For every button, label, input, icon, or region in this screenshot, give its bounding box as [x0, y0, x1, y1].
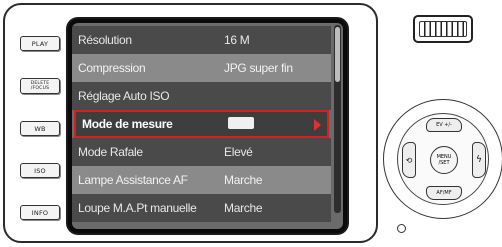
menu-row-value: JPG super fin — [224, 61, 293, 75]
right-arrow-icon — [314, 119, 321, 131]
menu-scrollbar[interactable] — [334, 25, 341, 213]
menu-row-label: Compression — [78, 61, 146, 75]
menu-row-label: Mode Rafale — [78, 145, 143, 159]
menu-row-label: Réglage Auto ISO — [78, 89, 170, 103]
play-button[interactable]: PLAY — [20, 36, 60, 51]
menu-screen: Résolution 16 M Compression JPG super fi… — [72, 23, 343, 229]
menu-row-burst-mode[interactable]: Mode Rafale Elevé — [72, 138, 331, 166]
menu-row-metering-mode[interactable]: Mode de mesure — [74, 110, 329, 138]
menu-row-label: Mode de mesure — [82, 117, 173, 131]
status-led — [397, 224, 406, 233]
menu-row-value: 16 M — [224, 33, 250, 47]
wb-button[interactable]: WB — [20, 121, 60, 136]
thumbwheel[interactable] — [413, 15, 473, 43]
thumbwheel-grip — [419, 21, 467, 37]
menu-row-auto-iso[interactable]: Réglage Auto ISO — [72, 82, 331, 110]
metering-mode-icon — [228, 116, 254, 132]
menu-row-value: Marche — [224, 173, 263, 187]
af-mf-button[interactable]: AF/MF — [426, 186, 462, 200]
lcd-screen-frame: Résolution 16 M Compression JPG super fi… — [66, 17, 349, 235]
scrollbar-thumb[interactable] — [335, 27, 340, 82]
menu-row-mf-magnifier[interactable]: Loupe M.A.Pt manuelle Marche — [72, 194, 331, 222]
ev-button[interactable]: EV +/- — [426, 118, 462, 132]
menu-row-label: Résolution — [78, 33, 132, 47]
menu-row-af-assist-lamp[interactable]: Lampe Assistance AF Marche — [72, 166, 331, 194]
menu-row-label: Loupe M.A.Pt manuelle — [78, 201, 197, 215]
menu-row-value: Elevé — [224, 145, 253, 159]
delete-focus-button[interactable]: DELETE /FOCUS — [20, 78, 60, 94]
flash-icon[interactable]: ϟ — [472, 142, 486, 178]
menu-set-button[interactable]: MENU /SET — [430, 146, 458, 174]
info-button[interactable]: INFO — [20, 205, 60, 220]
menu-row-compression[interactable]: Compression JPG super fin — [72, 54, 331, 82]
self-timer-icon[interactable]: ⟲ — [402, 142, 416, 178]
menu-row-label: Lampe Assistance AF — [78, 173, 188, 187]
control-dial[interactable]: EV +/- ⟲ ϟ AF/MF MENU /SET — [383, 99, 502, 219]
iso-button[interactable]: ISO — [20, 163, 60, 178]
menu-row-value: Marche — [224, 201, 263, 215]
menu-row-resolution[interactable]: Résolution 16 M — [72, 26, 331, 54]
dial-ring[interactable]: EV +/- ⟲ ϟ AF/MF MENU /SET — [397, 113, 489, 205]
